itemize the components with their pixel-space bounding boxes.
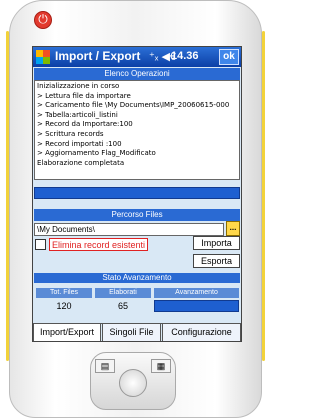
path-input[interactable]: \My Documents\ [34,223,224,236]
import-button[interactable]: Importa [193,236,240,250]
tab-configuration[interactable]: Configurazione [162,324,241,341]
hardware-navigation: ▤ ▦ [90,352,176,410]
operation-progress-bar [34,187,240,199]
log-line: > Record importati :100 [37,139,122,148]
left-softkey-button[interactable]: ▤ [95,359,115,373]
operations-log[interactable]: Inizializzazione in corso > Lettura file… [34,80,240,180]
dpad-button[interactable] [119,369,147,397]
operations-header: Elenco Operazioni [34,68,240,80]
delete-existing-checkbox[interactable] [35,239,46,250]
export-button[interactable]: Esporta [193,254,240,268]
log-line: > Caricamento file \My Documents\IMP_200… [37,101,230,110]
processed-value: 65 [117,301,128,311]
log-line: > Scrittura records [37,129,104,138]
start-menu-icon[interactable] [36,50,50,64]
tab-import-export[interactable]: Import/Export [33,324,101,341]
progress-column-header: Avanzamento [154,288,239,298]
path-header: Percorso Files [34,209,240,221]
processed-header: Elaborati [95,288,151,298]
browse-button[interactable]: ... [226,221,240,236]
clock[interactable]: 14.36 [171,50,199,62]
power-icon[interactable]: ⏻ [34,11,52,29]
window-title: Import / Export [55,49,141,63]
total-files-header: Tot. Files [36,288,92,298]
log-line: Elaborazione completata [37,158,125,167]
ok-button[interactable]: ok [219,49,239,65]
log-line: > Lettura file da importare [37,91,131,100]
device-screen: Import / Export ⁺ₓ ◀€ 14.36 ok Elenco Op… [32,46,242,342]
log-line: > Aggiornamento Flag_Modificato [37,149,156,158]
tab-bar: Import/Export Singoli File Configurazion… [33,323,241,341]
tab-single-files[interactable]: Singoli File [102,324,161,341]
total-files-value: 120 [56,301,72,311]
overall-progress-bar [154,300,239,312]
log-line: > Record da Importare:100 [37,120,133,129]
progress-header: Stato Avanzamento [34,273,240,283]
device-right-edge [262,31,265,361]
right-softkey-button[interactable]: ▦ [151,359,171,373]
delete-existing-label[interactable]: Elimina record esistenti [49,238,149,251]
title-bar: Import / Export ⁺ₓ ◀€ 14.36 ok [33,47,241,67]
log-line: > Tabella:articoli_listini [37,110,118,119]
log-line: Inizializzazione in corso [37,82,120,90]
device-left-edge [6,31,9,361]
